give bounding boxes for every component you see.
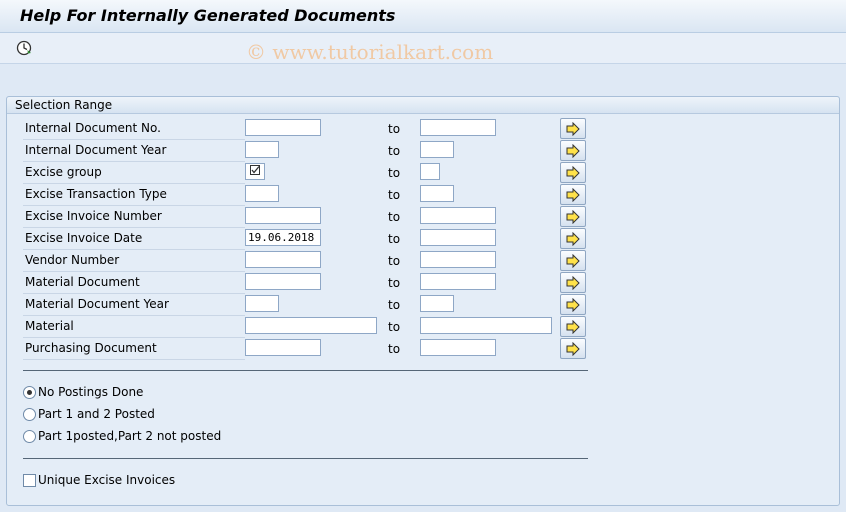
excise-invoice-date-to-field[interactable] [420,229,496,246]
to-label: to [388,232,401,246]
purchasing-document-to-field[interactable] [420,339,496,356]
to-label: to [388,320,401,334]
to-label: to [388,342,401,356]
multiple-selection-button[interactable] [560,118,586,139]
field-label: Vendor Number [23,252,245,272]
select-row-excise-group: Excise group to [23,162,593,184]
to-label: to [388,210,401,224]
select-row-vendor-number: Vendor Number to [23,250,593,272]
field-label: Material Document Year [23,296,245,316]
section-divider [23,370,588,371]
excise-group-from-field[interactable] [245,163,265,180]
excise-transaction-type-from-field[interactable] [245,185,279,202]
multiple-selection-button[interactable] [560,206,586,227]
arrow-right-icon [566,342,580,356]
multiple-selection-button[interactable] [560,140,586,161]
field-label: Purchasing Document [23,340,245,360]
internal-document-no-to-field[interactable] [420,119,496,136]
multiple-selection-button[interactable] [560,162,586,183]
check-square-icon [250,165,260,175]
field-label: Material [23,318,245,338]
material-from-field[interactable] [245,317,377,334]
arrow-right-icon [566,122,580,136]
panel-header: Selection Range [7,97,839,114]
excise-invoice-number-from-field[interactable] [245,207,321,224]
select-row-material-document-year: Material Document Year to [23,294,593,316]
arrow-right-icon [566,144,580,158]
arrow-right-icon [566,276,580,290]
excise-invoice-number-to-field[interactable] [420,207,496,224]
to-label: to [388,122,401,136]
execute-clock-icon[interactable] [15,39,33,57]
unique-excise-invoices-checkbox[interactable] [23,474,36,487]
radio-button[interactable] [23,430,36,443]
watermark: © www.tutorialkart.com [246,40,494,64]
multiple-selection-button[interactable] [560,184,586,205]
to-label: to [388,144,401,158]
field-label: Material Document [23,274,245,294]
purchasing-document-from-field[interactable] [245,339,321,356]
to-label: to [388,166,401,180]
material-document-year-to-field[interactable] [420,295,454,312]
material-document-from-field[interactable] [245,273,321,290]
select-row-excise-invoice-number: Excise Invoice Number to [23,206,593,228]
field-label: Internal Document Year [23,142,245,162]
radio-button[interactable] [23,408,36,421]
multiple-selection-button[interactable] [560,272,586,293]
to-label: to [388,298,401,312]
select-row-material-document: Material Document to [23,272,593,294]
select-row-purchasing-document: Purchasing Document to [23,338,593,360]
arrow-right-icon [566,320,580,334]
material-document-to-field[interactable] [420,273,496,290]
arrow-right-icon [566,188,580,202]
radio-label: Part 1 and 2 Posted [38,407,155,421]
multiple-selection-button[interactable] [560,228,586,249]
radio-label: Part 1posted,Part 2 not posted [38,429,222,443]
panel-title: Selection Range [15,98,113,112]
section-divider [23,458,588,459]
material-document-year-from-field[interactable] [245,295,279,312]
field-label: Excise Transaction Type [23,186,245,206]
multiple-selection-button[interactable] [560,338,586,359]
radio-button[interactable] [23,386,36,399]
arrow-right-icon [566,254,580,268]
arrow-right-icon [566,232,580,246]
arrow-right-icon [566,298,580,312]
radio-label: No Postings Done [38,385,144,399]
to-label: to [388,276,401,290]
title-bar: Help For Internally Generated Documents [0,0,846,33]
select-row-internal-document-no: Internal Document No. to [23,118,593,140]
field-label: Excise Invoice Date [23,230,245,250]
checkbox-label: Unique Excise Invoices [38,473,176,487]
select-row-excise-transaction-type: Excise Transaction Type to [23,184,593,206]
to-label: to [388,188,401,202]
internal-document-year-to-field[interactable] [420,141,454,158]
field-label: Excise Invoice Number [23,208,245,228]
vendor-number-from-field[interactable] [245,251,321,268]
select-row-internal-document-year: Internal Document Year to [23,140,593,162]
arrow-right-icon [566,166,580,180]
vendor-number-to-field[interactable] [420,251,496,268]
excise-transaction-type-to-field[interactable] [420,185,454,202]
to-label: to [388,254,401,268]
excise-invoice-date-from-field[interactable]: 19.06.2018 [245,229,321,246]
arrow-right-icon [566,210,580,224]
multiple-selection-button[interactable] [560,294,586,315]
page-title: Help For Internally Generated Documents [20,6,396,25]
select-row-material: Material to [23,316,593,338]
material-to-field[interactable] [420,317,552,334]
selection-range-panel: Selection Range Internal Document No. to… [6,96,840,506]
multiple-selection-button[interactable] [560,250,586,271]
select-row-excise-invoice-date: Excise Invoice Date 19.06.2018 to [23,228,593,250]
field-label: Internal Document No. [23,120,245,140]
multiple-selection-button[interactable] [560,316,586,337]
field-label: Excise group [23,164,245,184]
internal-document-year-from-field[interactable] [245,141,279,158]
excise-group-to-field[interactable] [420,163,440,180]
internal-document-no-from-field[interactable] [245,119,321,136]
